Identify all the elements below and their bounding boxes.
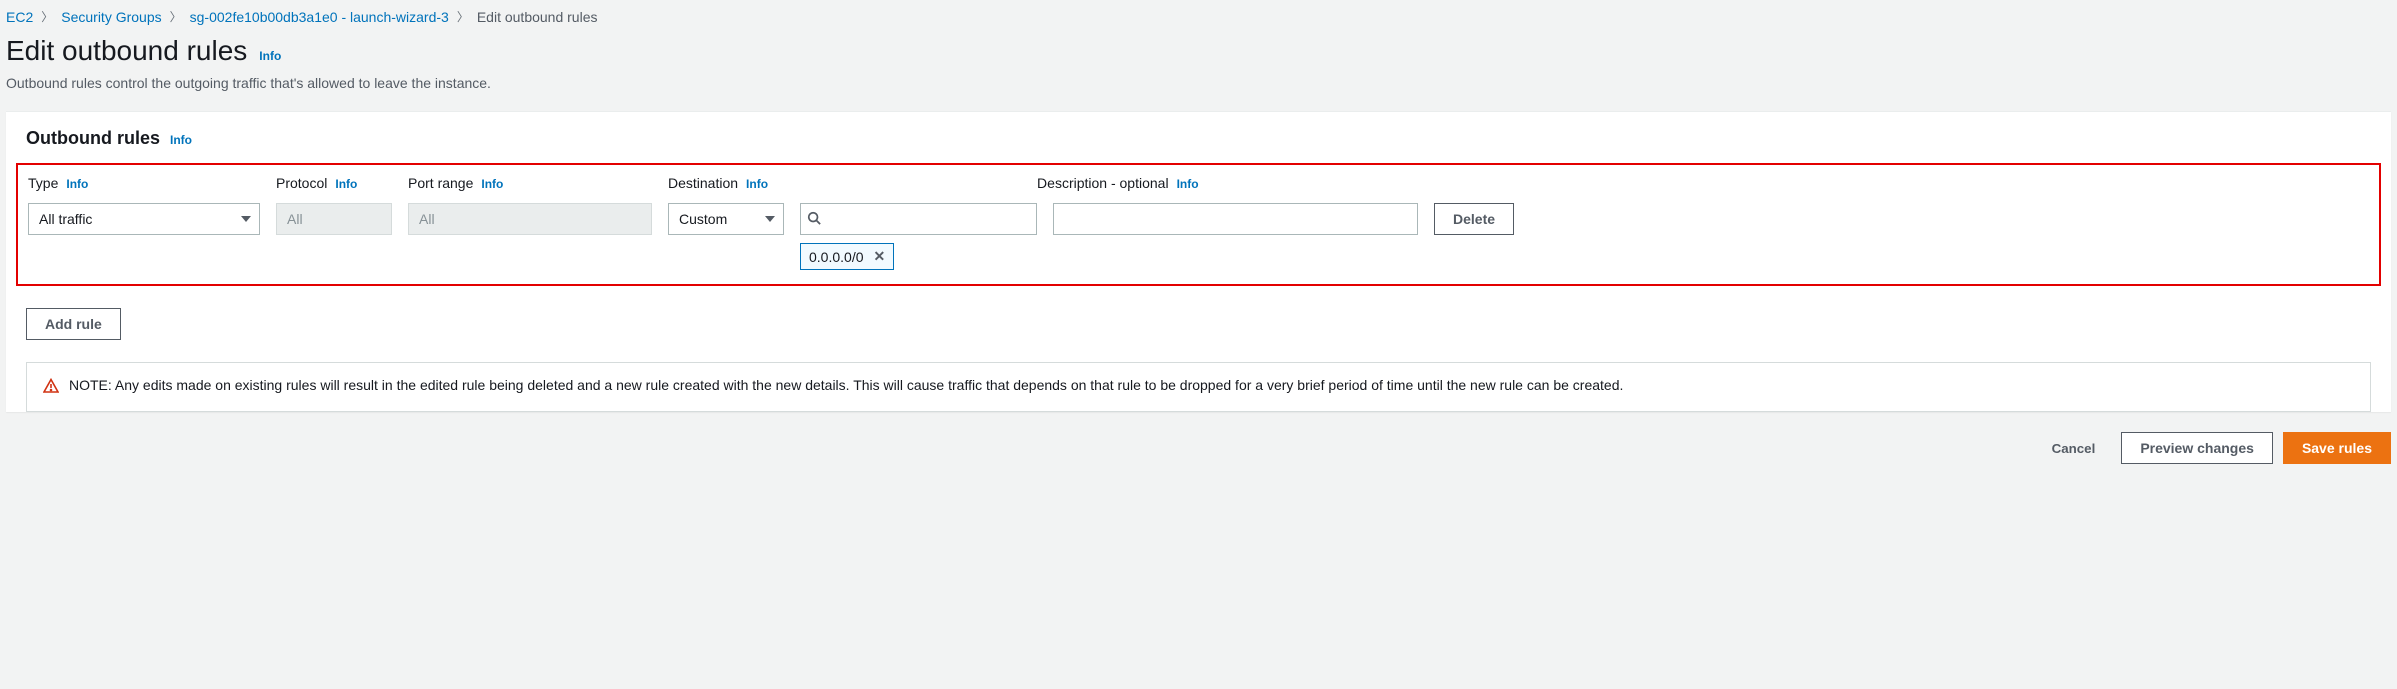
col-label-description: Description - optional [1037,175,1169,191]
cancel-button[interactable]: Cancel [2036,435,2112,462]
col-info-type[interactable]: Info [66,177,88,191]
footer-actions: Cancel Preview changes Save rules [0,432,2397,482]
col-info-destination[interactable]: Info [746,177,768,191]
protocol-field: All [276,203,392,235]
description-input[interactable] [1053,203,1418,235]
note-prefix: NOTE: [69,377,112,393]
col-info-protocol[interactable]: Info [335,177,357,191]
destination-chip-label: 0.0.0.0/0 [809,249,864,265]
port-range-field: All [408,203,652,235]
rule-highlight-box: Type Info Protocol Info Port range Info … [16,163,2381,286]
col-info-description[interactable]: Info [1177,177,1199,191]
port-range-value: All [419,211,435,227]
col-label-destination: Destination [668,175,738,191]
col-label-protocol: Protocol [276,175,327,191]
remove-chip-icon[interactable]: ✕ [874,248,886,265]
destination-chip: 0.0.0.0/0 ✕ [800,243,894,270]
destination-kind-select[interactable]: Custom [668,203,784,235]
caret-down-icon [241,216,251,222]
breadcrumb-current: Edit outbound rules [477,9,598,25]
destination-search-input[interactable] [825,204,1030,234]
breadcrumb-ec2[interactable]: EC2 [6,9,33,25]
page-description: Outbound rules control the outgoing traf… [6,75,2391,91]
note-box: NOTE: Any edits made on existing rules w… [26,362,2371,412]
breadcrumb-security-groups[interactable]: Security Groups [61,9,161,25]
destination-search[interactable] [800,203,1037,235]
page-header: Edit outbound rules Info Outbound rules … [0,31,2397,101]
destination-kind-value: Custom [679,211,727,227]
col-info-port-range[interactable]: Info [481,177,503,191]
col-label-port-range: Port range [408,175,473,191]
delete-rule-button[interactable]: Delete [1434,203,1514,235]
breadcrumb: EC2 〉 Security Groups 〉 sg-002fe10b00db3… [0,0,2397,31]
chevron-right-icon: 〉 [457,8,469,25]
outbound-rules-panel: Outbound rules Info Type Info Protocol I… [6,111,2391,412]
chevron-right-icon: 〉 [41,8,53,25]
save-rules-button[interactable]: Save rules [2283,432,2391,464]
type-select-value: All traffic [39,211,92,227]
preview-changes-button[interactable]: Preview changes [2121,432,2273,464]
panel-info-link[interactable]: Info [170,133,192,147]
chevron-right-icon: 〉 [170,8,182,25]
breadcrumb-sg[interactable]: sg-002fe10b00db3a1e0 - launch-wizard-3 [190,9,449,25]
note-text: NOTE: Any edits made on existing rules w… [69,377,1623,393]
page-title: Edit outbound rules [6,35,247,67]
warning-icon [43,378,59,397]
type-select[interactable]: All traffic [28,203,260,235]
page-info-link[interactable]: Info [259,49,281,63]
rule-row: All traffic All All Custom [28,203,2369,270]
col-label-type: Type [28,175,58,191]
add-rule-button[interactable]: Add rule [26,308,121,340]
protocol-value: All [287,211,303,227]
caret-down-icon [765,216,775,222]
panel-title: Outbound rules [26,128,160,149]
search-icon [807,211,821,228]
